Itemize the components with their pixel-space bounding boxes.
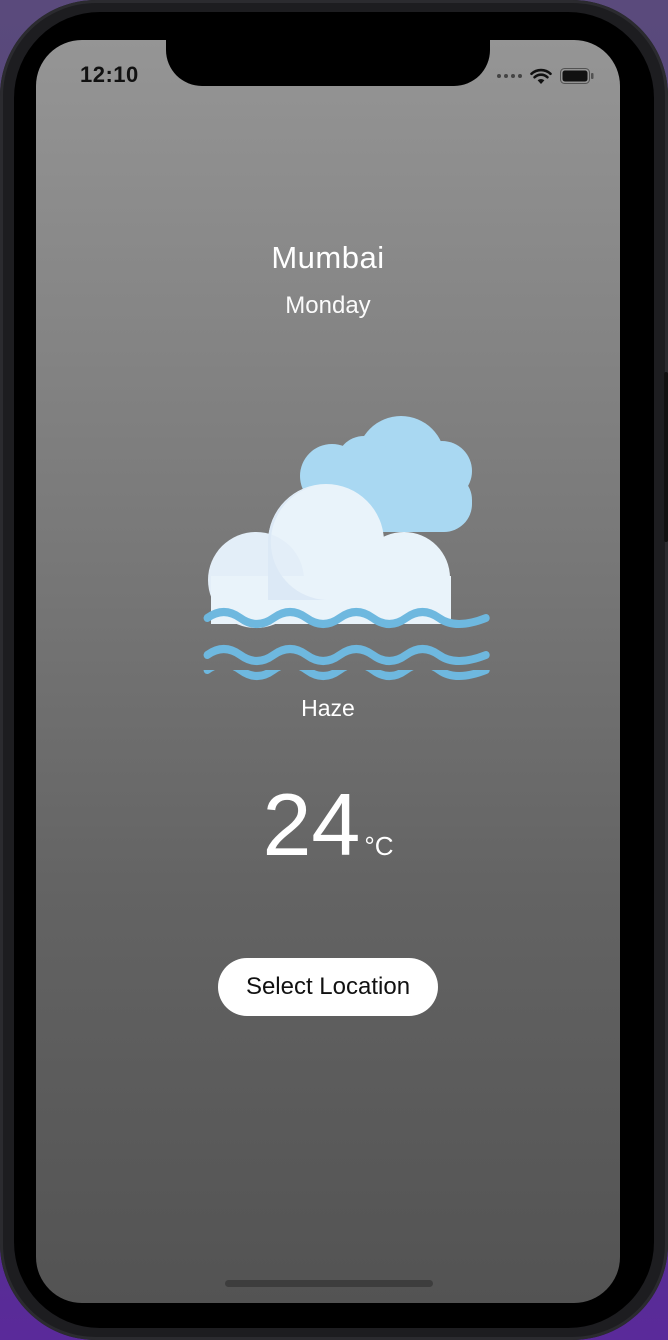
temperature-value: 24 [262,775,361,874]
status-time: 12:10 [80,62,139,87]
city-name: Mumbai [271,240,385,275]
select-location-button[interactable]: Select Location [218,958,438,1016]
notch [166,40,490,86]
weather-condition: Haze [301,695,355,721]
day-of-week: Monday [285,292,371,319]
home-indicator[interactable] [225,1280,433,1287]
temperature: 24 °C [36,780,620,870]
app-screen: 12:10 Mumbai Monday Haze 24 °C Select Lo… [36,40,620,1303]
battery-icon [560,68,594,84]
side-button [664,372,668,542]
haze-cloud-icon [203,416,490,665]
wifi-icon [530,68,552,84]
temperature-unit: °C [364,831,394,861]
status-icons [497,66,594,86]
signal-dots-icon [497,74,522,78]
